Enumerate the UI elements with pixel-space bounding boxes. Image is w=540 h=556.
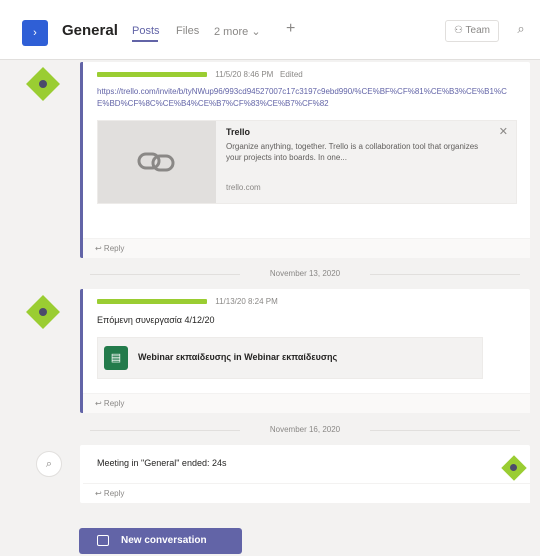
meeting-ended-text: Meeting in "General" ended: 24s bbox=[97, 458, 227, 468]
preview-description: Organize anything, together. Trello is a… bbox=[226, 142, 479, 162]
system-message-card: Meeting in "General" ended: 24s ↩ Reply bbox=[80, 445, 530, 503]
preview-thumbnail bbox=[98, 121, 216, 203]
avatar[interactable] bbox=[23, 64, 63, 104]
avatar-dot bbox=[510, 464, 517, 471]
new-conversation-button[interactable]: New conversation bbox=[79, 528, 242, 554]
message-timestamp: 11/5/20 8:46 PM bbox=[215, 70, 274, 79]
preview-domain: trello.com bbox=[226, 183, 261, 192]
avatar-dot bbox=[39, 308, 47, 316]
avatar[interactable] bbox=[498, 452, 530, 484]
message-timestamp: 11/13/20 8:24 PM bbox=[215, 297, 278, 306]
new-conversation-label: New conversation bbox=[121, 535, 207, 546]
message-link[interactable]: https://trello.com/invite/b/tyNWup96/993… bbox=[97, 86, 516, 110]
close-icon[interactable]: ✕ bbox=[499, 125, 508, 138]
avatar-dot bbox=[39, 80, 47, 88]
preview-title: Trello bbox=[226, 127, 251, 137]
team-button[interactable]: ⚇ Team bbox=[445, 20, 499, 42]
message-meta: 11/13/20 8:24 PM bbox=[97, 297, 516, 311]
tab-files[interactable]: Files bbox=[176, 25, 199, 37]
date-divider: November 13, 2020 bbox=[80, 267, 530, 281]
reply-button[interactable]: ↩ Reply bbox=[83, 238, 530, 258]
message-card: 11/13/20 8:24 PM Επόμενη συνεργασία 4/12… bbox=[80, 289, 530, 413]
chevron-down-icon: ⌄ bbox=[251, 26, 261, 38]
meeting-ended-icon: ⌕ bbox=[36, 451, 62, 477]
meeting-chip[interactable]: ▤ Webinar εκπαίδευσης in Webinar εκπαίδε… bbox=[97, 337, 483, 379]
add-tab-icon[interactable]: + bbox=[286, 20, 295, 38]
meet-now-icon[interactable]: ⌕ bbox=[512, 20, 530, 38]
calendar-icon: ▤ bbox=[104, 346, 128, 370]
message-card: 11/5/20 8:46 PM Edited https://trello.co… bbox=[80, 62, 530, 258]
avatar[interactable] bbox=[23, 292, 63, 332]
active-tab-indicator bbox=[132, 40, 158, 42]
date-divider: November 16, 2020 bbox=[80, 423, 530, 437]
link-preview-card[interactable]: Trello Organize anything, together. Trel… bbox=[97, 120, 517, 204]
link-icon bbox=[137, 152, 175, 172]
author-name-redacted bbox=[97, 299, 207, 305]
meeting-chip-label: Webinar εκπαίδευσης in Webinar εκπαίδευσ… bbox=[138, 352, 338, 362]
tab-posts[interactable]: Posts bbox=[132, 25, 160, 37]
tab-more[interactable]: 2 more ⌄ bbox=[214, 25, 261, 38]
reply-button[interactable]: ↩ Reply bbox=[83, 483, 530, 503]
tab-more-label: 2 more bbox=[214, 26, 249, 38]
message-meta: 11/5/20 8:46 PM Edited bbox=[97, 70, 516, 84]
message-text: Επόμενη συνεργασία 4/12/20 bbox=[97, 315, 215, 325]
channel-title: General bbox=[62, 22, 118, 39]
team-avatar-icon[interactable]: › bbox=[22, 20, 48, 46]
compose-icon bbox=[97, 534, 109, 546]
channel-header: › General Posts Files 2 more ⌄ + ⚇ Team … bbox=[0, 0, 540, 60]
author-name-redacted bbox=[97, 72, 207, 78]
reply-button[interactable]: ↩ Reply bbox=[83, 393, 530, 413]
edited-label: Edited bbox=[280, 70, 303, 79]
